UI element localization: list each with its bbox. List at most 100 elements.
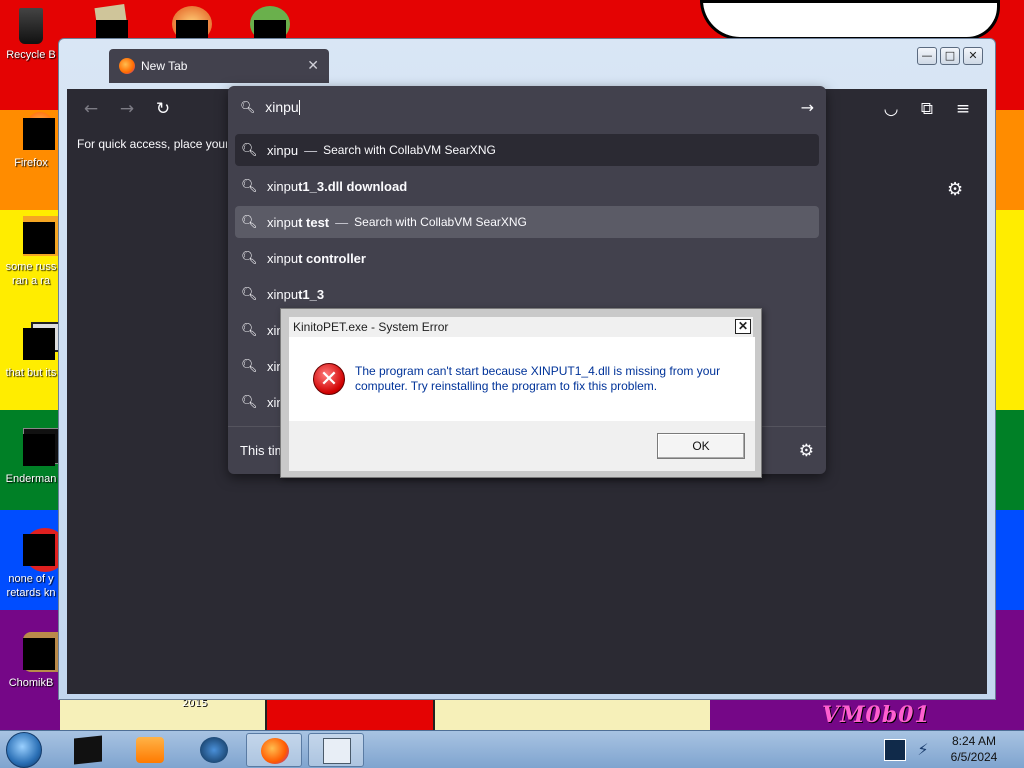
suggestion-completion: t controller	[298, 250, 366, 266]
customize-gear-icon[interactable]: ⚙	[947, 179, 963, 200]
redaction-box	[23, 118, 55, 150]
search-icon: 🔍︎	[241, 394, 258, 409]
suggestion-typed: xinpu	[267, 214, 299, 230]
search-icon: 🔍︎	[240, 100, 256, 114]
error-x-icon: ✕	[313, 363, 345, 395]
search-icon: 🔍︎	[241, 358, 258, 373]
search-engines-hint: This tim	[240, 443, 286, 458]
russian-icon	[9, 216, 67, 260]
taskbar-item-firefox[interactable]	[246, 733, 302, 767]
desktop-icon-label: that but its	[5, 367, 57, 379]
desktop-icon-label: Recycle B	[6, 49, 56, 61]
suggestion-completion: t1_3	[298, 286, 325, 302]
start-button[interactable]	[6, 732, 42, 768]
taskbar-item-1[interactable]	[60, 733, 116, 767]
dialog-body: ✕ The program can't start because XINPUT…	[289, 337, 755, 421]
firefox-icon	[261, 738, 289, 764]
suggestion-action: Search with CollabVM SearXNG	[323, 143, 496, 157]
dialog-footer: OK	[289, 421, 755, 471]
search-icon: 🔍︎	[241, 286, 258, 301]
desktop-icon-enderman[interactable]: Enderman	[0, 428, 63, 486]
suggestion-typed: xinpu	[267, 286, 299, 302]
desktop-watermark-text: VM0b01	[822, 702, 931, 728]
extensions-icon[interactable]: ⧉	[917, 99, 937, 119]
search-icon: 🔍︎	[241, 142, 258, 157]
window-icon	[9, 428, 63, 472]
desktop-drawing-cloud	[700, 0, 1000, 40]
firefox-icon	[119, 58, 135, 74]
suggestion-typed: xinpu	[267, 250, 299, 266]
taskbar-item-kinito[interactable]	[308, 733, 364, 767]
url-query-text: xinpu	[265, 98, 299, 115]
recycle-bin-icon	[9, 4, 53, 48]
desktop-drawing-red-box	[265, 700, 435, 734]
taskbar-item-globe[interactable]	[186, 733, 242, 767]
taskbar-clock[interactable]: 8:24 AM 6/5/2024	[944, 733, 1004, 765]
globe-icon	[200, 737, 228, 763]
redaction-box	[23, 534, 55, 566]
suggestion-row-selected[interactable]: 🔍︎ xinpu t test — Search with CollabVM S…	[235, 206, 819, 238]
clock-time: 8:24 AM	[951, 734, 997, 748]
dialog-title-bar: KinitoPET.exe - System Error ✕	[289, 317, 753, 337]
network-icon[interactable]: ⚡	[912, 739, 934, 761]
system-error-dialog: KinitoPET.exe - System Error ✕ ✕ The pro…	[280, 308, 762, 478]
desktop-icon-label: Firefox	[14, 157, 48, 169]
suggestion-action: Search with CollabVM SearXNG	[354, 215, 527, 229]
pocket-icon[interactable]: ◡	[881, 99, 901, 119]
desktop-icon-opera[interactable]: none of y retards kn	[0, 528, 67, 600]
suggestion-row[interactable]: 🔍︎ xinpu t1_3.dll download	[235, 170, 819, 202]
desktop-icon-recycle-bin[interactable]: Recycle B	[0, 4, 62, 62]
desktop-icon-label: ChomikB	[8, 677, 54, 689]
back-arrow-icon[interactable]: ←	[81, 99, 101, 119]
desktop-icon-chomik[interactable]: ChomikB	[0, 632, 67, 690]
error-message: The program can't start because XINPUT1_…	[355, 364, 721, 393]
maximize-button[interactable]: □	[940, 47, 960, 65]
search-icon: 🔍︎	[241, 214, 258, 229]
suggestion-row[interactable]: 🔍︎ xinpu t1_3	[235, 278, 819, 310]
text-cursor	[298, 100, 300, 116]
desktop-icon-label: none of y retards kn	[6, 573, 56, 599]
close-window-button[interactable]: ✕	[963, 47, 983, 65]
opera-icon	[9, 528, 67, 572]
firefox-icon	[9, 112, 55, 156]
search-icon: 🔍︎	[241, 322, 258, 337]
suggestion-typed: xinpu	[267, 142, 299, 158]
suggestion-row[interactable]: 🔍︎ xinpu t controller	[235, 242, 819, 274]
suggestion-completion: t test	[298, 214, 330, 230]
redaction-box	[23, 328, 55, 360]
menu-icon[interactable]: ≡	[953, 99, 973, 119]
folder-icon	[9, 322, 61, 366]
desktop-icon-firefox[interactable]: Firefox	[0, 112, 62, 170]
window-icon	[323, 738, 351, 764]
redaction-box	[23, 638, 55, 670]
dialog-close-button[interactable]: ✕	[735, 319, 751, 334]
suggestion-completion: t1_3.dll download	[298, 178, 408, 194]
tab-close-icon[interactable]: ✕	[307, 58, 319, 74]
reload-icon[interactable]: ↻	[153, 99, 173, 119]
desktop-icon-label: some russ ran a ra	[5, 261, 57, 287]
desktop-icon-folder[interactable]: that but its	[0, 322, 62, 380]
desktop-icon-russian[interactable]: some russ ran a ra	[0, 216, 67, 288]
minimize-button[interactable]: —	[917, 47, 937, 65]
app-icon	[74, 735, 102, 765]
tab-title: New Tab	[141, 59, 188, 73]
suggestion-typed: xinpu	[267, 178, 299, 194]
forward-arrow-icon[interactable]: →	[117, 99, 137, 119]
search-settings-gear-icon[interactable]: ⚙	[799, 441, 814, 461]
bookmarks-hint: For quick access, place your b	[77, 137, 227, 151]
suggestion-separator: —	[304, 142, 318, 158]
taskbar: ⚡ 8:24 AM 6/5/2024	[0, 730, 1024, 768]
desktop-icon-label: Enderman	[5, 473, 57, 485]
search-icon: 🔍︎	[241, 178, 258, 193]
search-icon: 🔍︎	[241, 250, 258, 265]
window-controls: — □ ✕	[917, 47, 983, 65]
clock-date: 6/5/2024	[950, 750, 998, 764]
taskbar-item-media[interactable]	[122, 733, 178, 767]
suggestion-row[interactable]: 🔍︎ xinpu — Search with CollabVM SearXNG	[235, 134, 819, 166]
tray-display-icon[interactable]	[884, 739, 906, 761]
redaction-box	[23, 434, 55, 466]
url-input[interactable]: 🔍︎ xinpu →	[228, 86, 826, 128]
ok-button[interactable]: OK	[657, 433, 745, 459]
tab-new-tab[interactable]: New Tab ✕	[109, 49, 329, 83]
go-arrow-icon[interactable]: →	[801, 98, 814, 117]
